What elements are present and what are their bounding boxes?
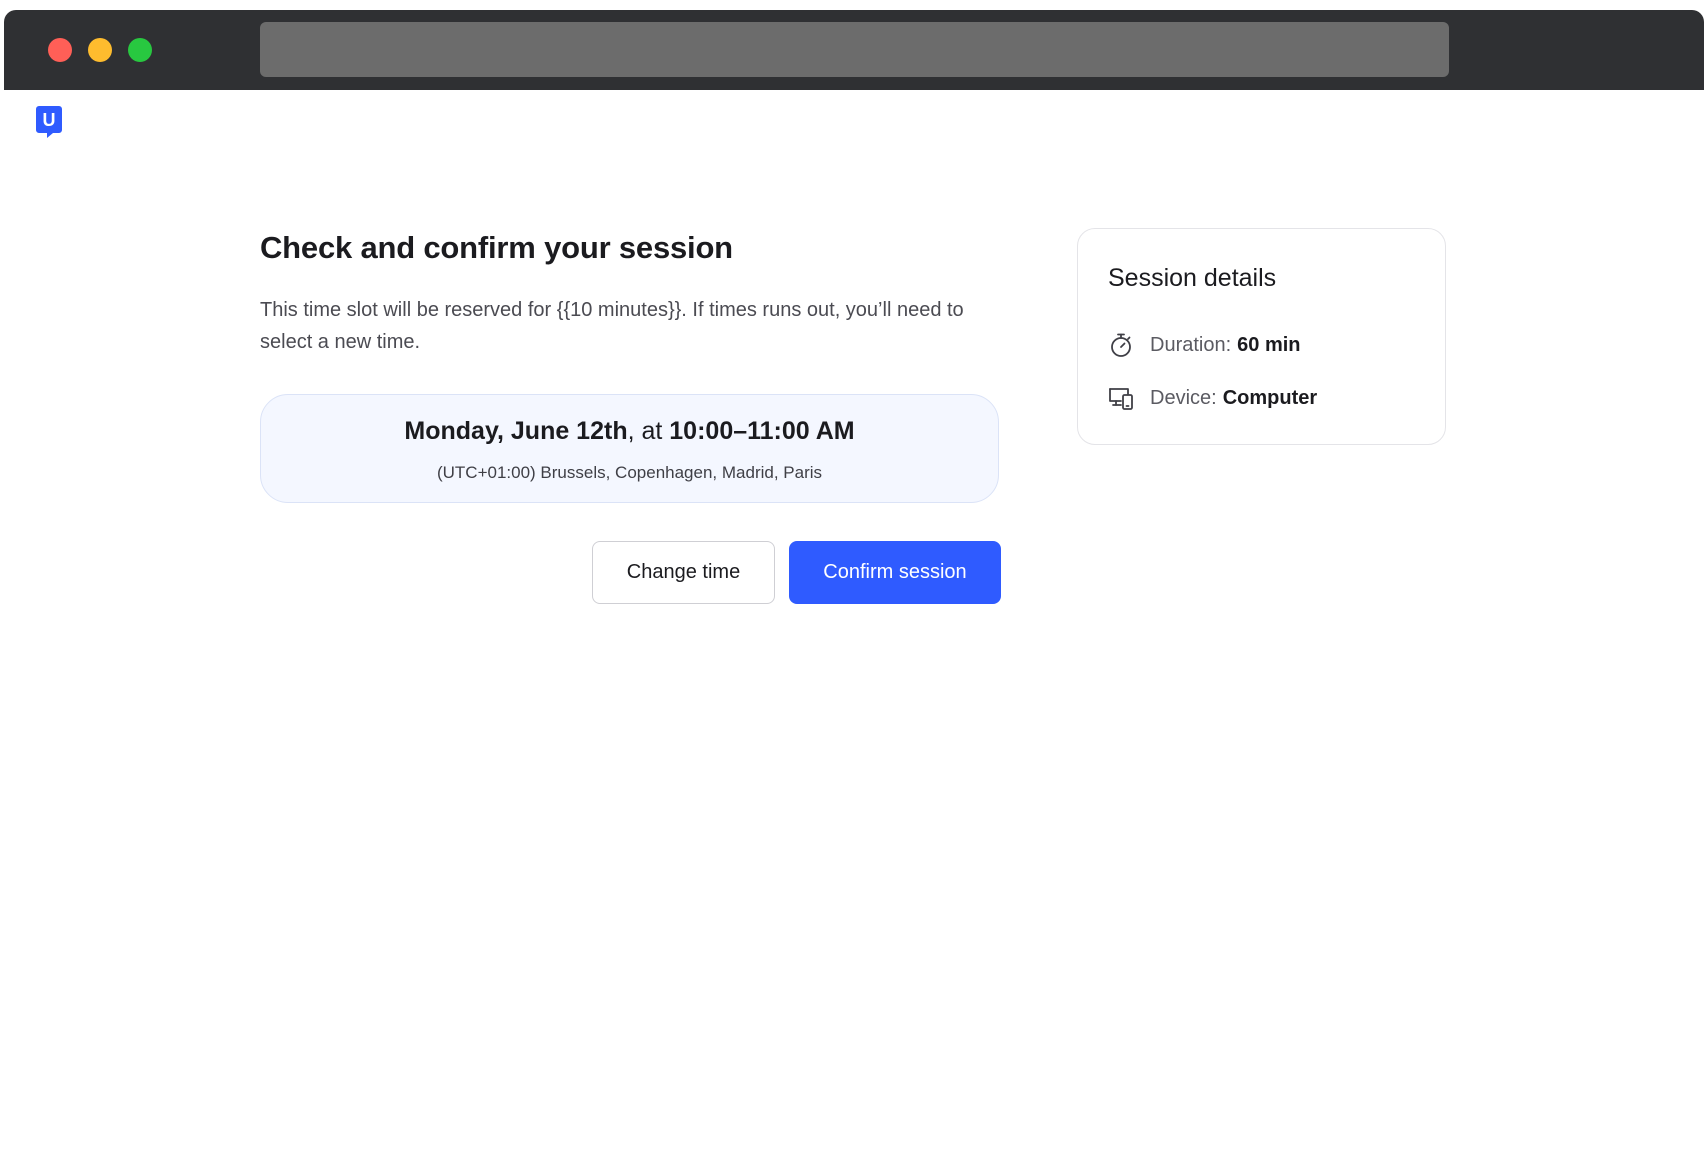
confirm-session-section: Check and confirm your session This time… [260,226,1001,503]
slot-timezone: (UTC+01:00) Brussels, Copenhagen, Madrid… [436,463,823,482]
reservation-notice: This time slot will be reserved for {{10… [260,299,964,353]
device-label: Device: [1150,386,1217,409]
slot-separator: , at [627,417,670,445]
session-details-title: Session details [1108,264,1277,292]
brand-logo-icon[interactable]: U [36,106,62,140]
change-time-button[interactable]: Change time [592,541,775,604]
slot-time: 10:00–11:00 AM [669,417,855,445]
close-window-button[interactable] [48,38,72,62]
logo-letter: U [43,110,56,130]
duration-label: Duration: [1150,333,1232,356]
selected-time-slot: Monday, June 12th, at 10:00–11:00 AM (UT… [260,394,999,503]
minimize-window-button[interactable] [88,38,112,62]
address-bar[interactable] [260,22,1449,77]
slot-datetime: Monday, June 12th, at 10:00–11:00 AM [261,413,998,449]
maximize-window-button[interactable] [128,38,152,62]
session-details-card: Session details Duration: 60 min Device:… [1077,228,1446,445]
duration-row: Duration: 60 min [1108,330,1301,360]
slot-date: Monday, June 12th [404,417,628,445]
devices-icon [1108,385,1134,411]
confirm-session-button[interactable]: Confirm session [789,541,1001,604]
duration-value: 60 min [1237,333,1301,356]
device-row: Device: Computer [1108,383,1317,413]
browser-titlebar [4,10,1704,90]
session-actions: Change time Confirm session [592,541,1002,605]
stopwatch-icon [1108,332,1134,358]
device-value: Computer [1222,386,1318,409]
page-title: Check and confirm your session [260,230,733,265]
